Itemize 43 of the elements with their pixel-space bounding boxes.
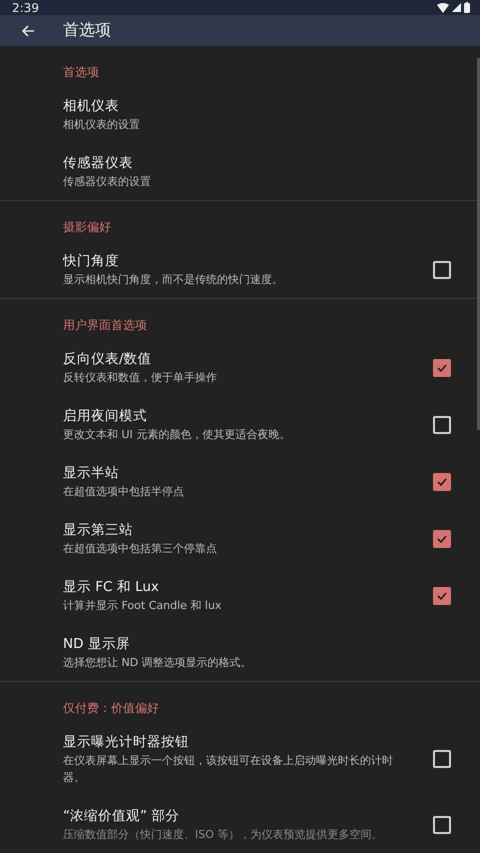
preference-summary: 传感器仪表的设置	[63, 174, 152, 190]
checkbox[interactable]	[433, 530, 451, 548]
checkbox[interactable]	[433, 358, 451, 376]
preference-title[interactable]: 显示 FC 和 Lux	[63, 577, 413, 597]
wifi-icon	[437, 2, 449, 13]
preference-summary: 在超值选项中包括半停点	[63, 484, 185, 500]
preference-summary: 在仪表屏幕上显示一个按钮，该按钮可在设备上启动曝光时长的计时器。	[63, 753, 394, 786]
preference-title[interactable]: “浓缩价值观” 部分	[63, 806, 413, 826]
preference-summary: 相机仪表的设置	[63, 117, 141, 133]
preference-title[interactable]: 显示半站	[63, 463, 413, 483]
signal-icon	[452, 3, 461, 12]
preference-title[interactable]: 显示第三站	[63, 520, 413, 540]
preference-summary: 压缩数值部分（快门速度、ISO 等），为仪表预览提供更多空间。	[63, 827, 384, 843]
preference-title[interactable]: 相机仪表	[63, 96, 460, 116]
check-icon	[437, 478, 447, 486]
preference-summary: 在超值选项中包括第三个停靠点	[63, 541, 218, 557]
preference-title[interactable]: 显示曝光计时器按钮	[63, 732, 413, 752]
section-header: 摄影偏好	[62, 219, 112, 236]
checkbox[interactable]	[433, 472, 451, 490]
check-icon	[437, 592, 447, 600]
battery-icon	[464, 2, 470, 14]
checkbox[interactable]	[433, 750, 451, 768]
checkbox[interactable]	[433, 260, 451, 278]
section-header: 首选项	[62, 64, 100, 81]
page-title: 首选项	[63, 20, 111, 42]
section-header: 用户界面首选项	[62, 317, 148, 334]
preference-title[interactable]: 反向仪表/数值	[63, 349, 413, 369]
preference-summary: 更改文本和 UI 元素的颜色，使其更适合夜晚。	[63, 427, 292, 443]
preference-title[interactable]: ND 显示屏	[63, 634, 460, 654]
preference-title[interactable]: 启用夜间模式	[63, 406, 413, 426]
preference-summary: 显示相机快门角度，而不是传统的快门速度。	[63, 272, 284, 288]
status-time: 2:39	[12, 0, 39, 15]
checkbox[interactable]	[433, 586, 451, 604]
check-icon	[437, 534, 447, 542]
preference-title[interactable]: 传感器仪表	[63, 153, 460, 173]
preference-title[interactable]: 快门角度	[63, 251, 413, 271]
checkbox[interactable]	[433, 416, 451, 434]
section-header: 仅付费：价值偏好	[62, 700, 160, 717]
checkbox[interactable]	[433, 816, 451, 834]
preference-summary: 反转仪表和数值，便于单手操作	[63, 370, 218, 386]
check-icon	[437, 364, 447, 372]
preference-summary: 选择您想让 ND 调整选项显示的格式。	[63, 655, 253, 671]
preference-summary: 计算并显示 Foot Candle 和 lux	[63, 598, 222, 614]
